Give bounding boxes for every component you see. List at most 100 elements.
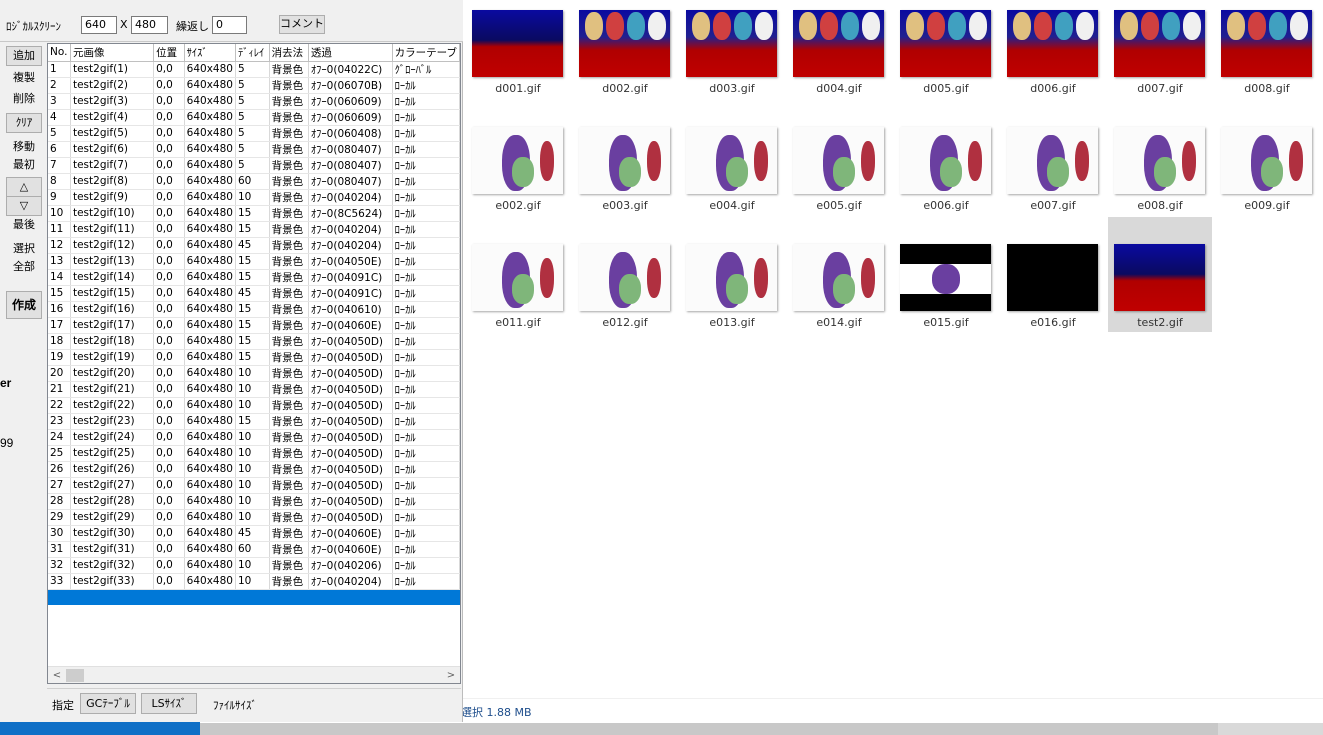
scroll-thumb[interactable] (66, 669, 84, 682)
table-row[interactable]: 9 test2gif(9) 0,0 640x480 10 背景色 ｵﾌｰ0(040204) ﾛ… (48, 189, 460, 206)
file-item[interactable]: e005.gif (787, 117, 891, 232)
table-row[interactable] (48, 589, 460, 605)
column-header[interactable]: 消去法 (269, 44, 309, 62)
file-item[interactable]: d007.gif (1108, 0, 1212, 115)
file-item[interactable]: e002.gif (466, 117, 570, 232)
table-row[interactable]: 13 test2gif(13) 0,0 640x480 15 背景色 ｵﾌｰ0(04050E… (48, 253, 460, 270)
table-cell: 0,0 (153, 525, 185, 542)
table-cell: 7 (48, 157, 71, 174)
table-row[interactable]: 3 test2gif(3) 0,0 640x480 5 背景色 ｵﾌｰ0(060609) ﾛｰ… (48, 93, 460, 110)
table-row[interactable]: 28 test2gif(28) 0,0 640x480 10 背景色 ｵﾌｰ0(04050D… (48, 493, 460, 510)
table-cell: ﾛｰｶﾙ (392, 93, 460, 110)
file-item[interactable]: e003.gif (573, 117, 677, 232)
file-item[interactable]: d001.gif (466, 0, 570, 115)
move-first-button[interactable]: 最初 (6, 156, 42, 174)
scroll-left-icon[interactable]: < (49, 668, 65, 683)
file-name-label: d005.gif (923, 82, 969, 95)
table-cell: ｵﾌｰ0(04091C) (308, 285, 393, 302)
table-row[interactable]: 4 test2gif(4) 0,0 640x480 5 背景色 ｵﾌｰ0(060609) ﾛｰ… (48, 109, 460, 126)
file-item[interactable]: e013.gif (680, 234, 784, 349)
table-row[interactable]: 31 test2gif(31) 0,0 640x480 60 背景色 ｵﾌｰ0(04060E… (48, 541, 460, 558)
move-up-button[interactable]: △ (6, 177, 42, 197)
table-cell: 背景色 (269, 541, 309, 558)
table-row[interactable]: 33 test2gif(33) 0,0 640x480 10 背景色 ｵﾌｰ0(040204… (48, 573, 460, 590)
table-row[interactable]: 10 test2gif(10) 0,0 640x480 15 背景色 ｵﾌｰ0(8C5624… (48, 205, 460, 222)
table-row[interactable]: 19 test2gif(19) 0,0 640x480 15 背景色 ｵﾌｰ0(04050D… (48, 349, 460, 366)
repeat-input[interactable]: 0 (212, 16, 247, 34)
file-item[interactable]: e014.gif (787, 234, 891, 349)
table-row[interactable]: 2 test2gif(2) 0,0 640x480 5 背景色 ｵﾌｰ0(06070B) ﾛｰ… (48, 77, 460, 94)
width-input[interactable]: 640 (81, 16, 117, 34)
table-cell: test2gif(6) (70, 141, 155, 158)
table-row[interactable]: 17 test2gif(17) 0,0 640x480 15 背景色 ｵﾌｰ0(04060E… (48, 317, 460, 334)
move-down-button[interactable]: ▽ (6, 196, 42, 216)
clear-button[interactable]: ｸﾘｱ (6, 113, 42, 133)
file-item[interactable]: d002.gif (573, 0, 677, 115)
table-row[interactable]: 22 test2gif(22) 0,0 640x480 10 背景色 ｵﾌｰ0(04050D… (48, 397, 460, 414)
scroll-right-icon[interactable]: > (443, 668, 459, 683)
file-item[interactable]: e006.gif (894, 117, 998, 232)
ls-size-button[interactable]: LSｻｲｽﾞ (141, 693, 197, 714)
move-last-button[interactable]: 最後 (6, 216, 42, 234)
table-cell: 15 (235, 269, 270, 286)
file-item[interactable]: d003.gif (680, 0, 784, 115)
table-cell: 640x480 (184, 349, 236, 366)
table-row[interactable]: 24 test2gif(24) 0,0 640x480 10 背景色 ｵﾌｰ0(04050D… (48, 429, 460, 446)
table-cell: 15 (235, 349, 270, 366)
column-header[interactable]: 位置 (153, 44, 185, 62)
file-item[interactable]: e012.gif (573, 234, 677, 349)
file-item[interactable]: e009.gif (1215, 117, 1319, 232)
file-item[interactable]: e007.gif (1001, 117, 1105, 232)
table-row[interactable]: 7 test2gif(7) 0,0 640x480 5 背景色 ｵﾌｰ0(080407) ﾛｰ… (48, 157, 460, 174)
add-button[interactable]: 追加 (6, 46, 42, 66)
file-item[interactable]: d006.gif (1001, 0, 1105, 115)
column-header[interactable]: 元画像 (70, 44, 155, 62)
file-item[interactable]: e015.gif (894, 234, 998, 349)
file-item[interactable]: d008.gif (1215, 0, 1319, 115)
frame-list[interactable]: No. 元画像 位置 ｻｲｽﾞ ﾃﾞｨﾚｲ 消去法 透過 カラーテーブ 1 test2gif(1… (47, 43, 461, 684)
column-header[interactable]: ｻｲｽﾞ (184, 44, 236, 62)
table-row[interactable]: 1 test2gif(1) 0,0 640x480 5 背景色 ｵﾌｰ0(04022C) ｸﾞ… (48, 61, 460, 78)
file-item[interactable]: e016.gif (1001, 234, 1105, 349)
file-item[interactable]: d005.gif (894, 0, 998, 115)
column-header[interactable]: No. (48, 44, 71, 62)
column-header[interactable]: カラーテーブ (392, 44, 460, 62)
height-input[interactable]: 480 (131, 16, 168, 34)
file-item[interactable]: e011.gif (466, 234, 570, 349)
table-row[interactable]: 30 test2gif(30) 0,0 640x480 45 背景色 ｵﾌｰ0(04060E… (48, 525, 460, 542)
table-row[interactable]: 23 test2gif(23) 0,0 640x480 15 背景色 ｵﾌｰ0(04050D… (48, 413, 460, 430)
delete-button[interactable]: 削除 (6, 90, 42, 108)
gc-table-button[interactable]: GCﾃｰﾌﾞﾙ (80, 693, 136, 714)
column-header[interactable]: 透過 (308, 44, 393, 62)
table-row[interactable]: 25 test2gif(25) 0,0 640x480 10 背景色 ｵﾌｰ0(04050D… (48, 445, 460, 462)
comment-button[interactable]: コメント (279, 15, 325, 34)
file-item[interactable]: test2.gif (1108, 217, 1212, 332)
column-header[interactable]: ﾃﾞｨﾚｲ (235, 44, 270, 62)
table-row[interactable]: 32 test2gif(32) 0,0 640x480 10 背景色 ｵﾌｰ0(040206… (48, 557, 460, 574)
table-row[interactable]: 14 test2gif(14) 0,0 640x480 15 背景色 ｵﾌｰ0(04091C… (48, 269, 460, 286)
table-row[interactable]: 8 test2gif(8) 0,0 640x480 60 背景色 ｵﾌｰ0(080407) ﾛ… (48, 173, 460, 190)
file-item[interactable]: e008.gif (1108, 117, 1212, 232)
table-row[interactable]: 29 test2gif(29) 0,0 640x480 10 背景色 ｵﾌｰ0(04050D… (48, 509, 460, 526)
table-cell: 640x480 (184, 285, 236, 302)
table-cell: 0,0 (153, 573, 185, 590)
table-cell: ﾛｰｶﾙ (392, 445, 460, 462)
table-row[interactable]: 6 test2gif(6) 0,0 640x480 5 背景色 ｵﾌｰ0(080407) ﾛｰ… (48, 141, 460, 158)
file-size-label: ﾌｧｲﾙｻｲｽﾞ (213, 699, 257, 712)
create-button[interactable]: 作成 (6, 291, 42, 319)
select-all-button[interactable]: 全部 (6, 258, 42, 276)
file-item[interactable]: e004.gif (680, 117, 784, 232)
table-row[interactable]: 27 test2gif(27) 0,0 640x480 10 背景色 ｵﾌｰ0(04050D… (48, 477, 460, 494)
file-item[interactable]: d004.gif (787, 0, 891, 115)
duplicate-button[interactable]: 複製 (6, 69, 42, 87)
table-row[interactable]: 15 test2gif(15) 0,0 640x480 45 背景色 ｵﾌｰ0(04091C… (48, 285, 460, 302)
table-row[interactable]: 18 test2gif(18) 0,0 640x480 15 背景色 ｵﾌｰ0(04050D… (48, 333, 460, 350)
table-row[interactable]: 21 test2gif(21) 0,0 640x480 10 背景色 ｵﾌｰ0(04050D… (48, 381, 460, 398)
table-row[interactable]: 26 test2gif(26) 0,0 640x480 10 背景色 ｵﾌｰ0(04050D… (48, 461, 460, 478)
table-row[interactable]: 16 test2gif(16) 0,0 640x480 15 背景色 ｵﾌｰ0(040610… (48, 301, 460, 318)
horizontal-scrollbar[interactable]: < > (48, 666, 460, 683)
table-row[interactable]: 12 test2gif(12) 0,0 640x480 45 背景色 ｵﾌｰ0(040204… (48, 237, 460, 254)
table-row[interactable]: 20 test2gif(20) 0,0 640x480 10 背景色 ｵﾌｰ0(04050D… (48, 365, 460, 382)
table-row[interactable]: 5 test2gif(5) 0,0 640x480 5 背景色 ｵﾌｰ0(060408) ﾛｰ… (48, 125, 460, 142)
table-row[interactable]: 11 test2gif(11) 0,0 640x480 15 背景色 ｵﾌｰ0(040204… (48, 221, 460, 238)
